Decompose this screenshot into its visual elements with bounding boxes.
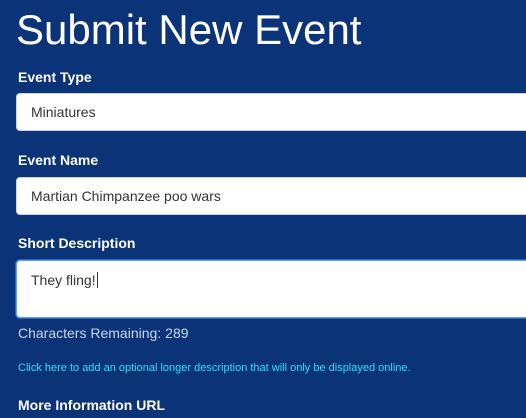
- short-description-textarea[interactable]: They fling!: [16, 260, 526, 318]
- characters-remaining: Characters Remaining: 289: [18, 325, 189, 341]
- more-info-url-label: More Information URL: [18, 397, 165, 413]
- add-longer-description-link[interactable]: Click here to add an optional longer des…: [18, 362, 411, 375]
- event-name-input[interactable]: Martian Chimpanzee poo wars: [16, 177, 526, 215]
- characters-remaining-count: 289: [165, 325, 189, 341]
- event-type-selected-value: Miniatures: [31, 104, 96, 120]
- event-type-label: Event Type: [18, 69, 92, 85]
- submit-event-form: Submit New Event Event Type Miniatures E…: [0, 0, 526, 418]
- event-name-label: Event Name: [18, 152, 99, 168]
- short-description-value: They fling!: [31, 272, 96, 288]
- short-description-label: Short Description: [18, 235, 136, 251]
- event-name-value: Martian Chimpanzee poo wars: [31, 188, 221, 204]
- text-cursor: [96, 272, 98, 288]
- characters-remaining-label: Characters Remaining:: [18, 325, 162, 341]
- event-type-select[interactable]: Miniatures: [16, 93, 526, 131]
- page-title: Submit New Event: [16, 6, 362, 53]
